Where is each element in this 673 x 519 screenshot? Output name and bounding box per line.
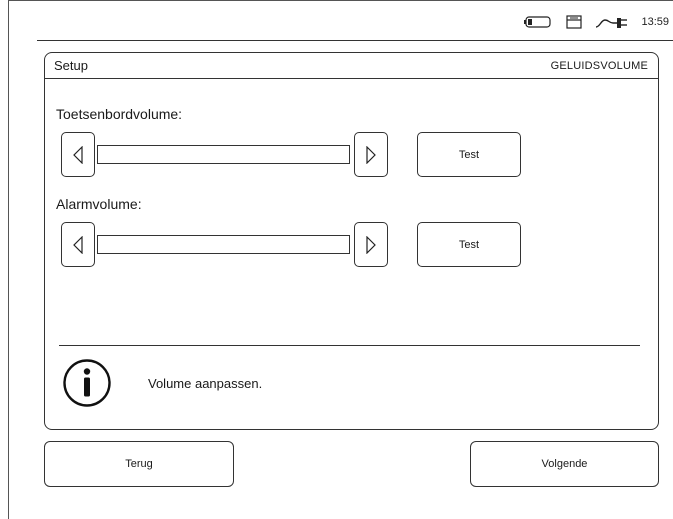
keyboard-volume-label: Toetsenbordvolume: [56,106,183,122]
alarm-volume-label: Alarmvolume: [56,196,142,212]
alarm-volume-test-button[interactable]: Test [417,222,521,267]
power-plug-icon [595,14,629,30]
setup-panel: Setup GELUIDSVOLUME Toetsenbordvolume: T… [44,52,659,430]
status-icons: 13:59 [523,8,669,36]
info-message: Volume aanpassen. [148,376,263,391]
triangle-right-icon [366,235,376,254]
back-button[interactable]: Terug [44,441,234,487]
screen-frame-left [8,0,9,519]
page-title: Setup [54,58,88,73]
status-divider [37,40,673,41]
keyboard-volume-decrease-button[interactable] [61,132,95,177]
triangle-left-icon [73,235,83,254]
alarm-volume-slider[interactable] [97,235,350,254]
alarm-volume-increase-button[interactable] [354,222,388,267]
info-icon [63,359,111,407]
status-bar: 13:59 [0,8,673,36]
battery-icon [523,16,553,28]
keyboard-volume-test-button[interactable]: Test [417,132,521,177]
info-divider [59,345,640,346]
clock: 13:59 [641,16,669,28]
printer-icon [565,14,583,30]
keyboard-volume-increase-button[interactable] [354,132,388,177]
keyboard-volume-slider[interactable] [97,145,350,164]
next-button[interactable]: Volgende [470,441,659,487]
panel-header: Setup GELUIDSVOLUME [45,53,658,79]
page-subtitle: GELUIDSVOLUME [550,60,648,72]
triangle-left-icon [73,145,83,164]
screen-frame-top [8,0,673,1]
alarm-volume-decrease-button[interactable] [61,222,95,267]
triangle-right-icon [366,145,376,164]
